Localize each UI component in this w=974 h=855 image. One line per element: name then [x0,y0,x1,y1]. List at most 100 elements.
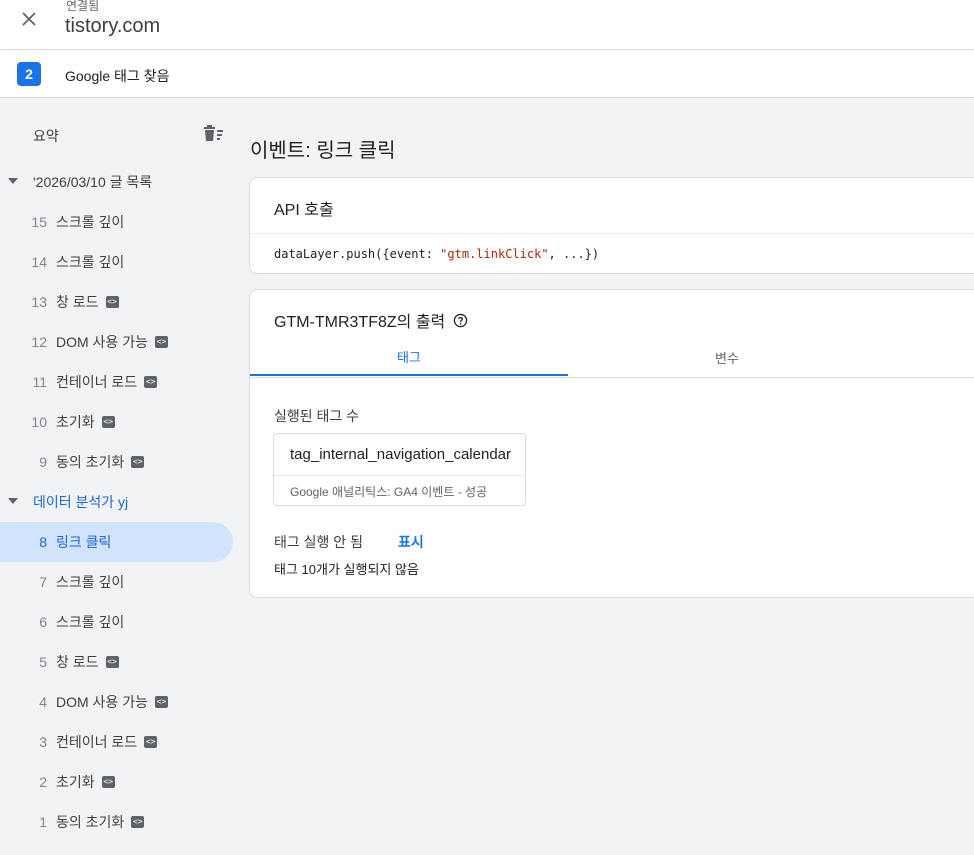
event-group-label: '2026/03/10 글 목록 [33,174,153,190]
event-label: 초기화 [56,414,95,430]
divider [274,475,525,476]
event-item[interactable]: 2 초기화 <> [0,762,233,802]
close-button[interactable] [14,4,44,34]
event-label-wrap: 초기화 <> [56,412,115,432]
container-output-card: GTM-TMR3TF8Z의 출력 태그 변수 실행된 태그 수 tag_inte… [249,289,974,598]
event-number: 2 [39,774,47,790]
not-fired-count: 태그 10개가 실행되지 않음 [274,562,419,577]
event-label-wrap: DOM 사용 가능 <> [56,332,168,352]
event-number: 13 [31,294,47,310]
event-group-header[interactable]: 데이터 분석가 yj [0,482,240,522]
event-label-wrap: 창 로드 <> [56,292,119,312]
event-number: 14 [31,254,47,270]
event-number: 11 [32,374,47,390]
summary-link[interactable]: 요약 [33,126,59,146]
event-label: 동의 초기화 [56,814,125,830]
event-label: 링크 클릭 [56,534,112,550]
close-icon [22,12,36,26]
event-label-wrap: 스크롤 깊이 [56,212,124,232]
event-item[interactable]: 10 초기화 <> [0,402,233,442]
event-label: 스크롤 깊이 [56,254,125,270]
clear-events-button[interactable] [202,124,224,144]
event-label-wrap: 스크롤 깊이 [56,612,124,632]
tag-status: Google 애널리틱스: GA4 이벤트 - 성공 [290,485,488,499]
code-suffix: , ...}) [548,247,600,261]
tabs-divider [250,377,974,378]
fired-tag-card[interactable]: tag_internal_navigation_calendar Google … [273,433,526,506]
event-label-wrap: 스크롤 깊이 [56,572,124,592]
tag-count-badge: 2 [17,62,41,86]
code-icon: <> [105,656,119,668]
event-number: 1 [39,814,47,830]
google-tag-bar[interactable]: 2 Google 태그 찾음 [0,50,974,98]
api-call-title: API 호출 [274,202,334,219]
api-call-code: dataLayer.push({event: "gtm.linkClick", … [274,247,599,261]
event-label: 창 로드 [56,294,99,310]
code-icon: <> [101,776,115,788]
event-number: 9 [39,454,47,470]
event-number: 5 [39,654,47,670]
event-number: 8 [39,534,47,550]
delete-sweep-icon [204,125,223,141]
event-group-header[interactable]: '2026/03/10 글 목록 [0,162,240,202]
event-sidebar: 요약 '2026/03/10 글 목록 15 스크롤 깊이 14 스크롤 깊이 13 창 로… [0,98,240,855]
caret-down-icon [8,178,18,184]
event-item[interactable]: 15 스크롤 깊이 [0,202,233,242]
show-not-fired-link[interactable]: 표시 [398,532,424,552]
output-title: GTM-TMR3TF8Z의 출력 [274,308,468,332]
event-label: 스크롤 깊이 [56,574,125,590]
event-item[interactable]: 8 링크 클릭 [0,522,233,562]
tab-tags[interactable]: 태그 [250,338,568,376]
event-number: 10 [31,414,47,430]
event-item[interactable]: 5 창 로드 <> [0,642,233,682]
code-icon: <> [154,696,168,708]
event-item[interactable]: 12 DOM 사용 가능 <> [0,322,233,362]
connected-domain: tistory.com [65,15,161,37]
event-number: 3 [39,734,47,750]
caret-down-icon [8,498,18,504]
event-label-wrap: 초기화 <> [56,772,115,792]
event-label: 스크롤 깊이 [56,214,125,230]
event-label: 스크롤 깊이 [56,614,125,630]
event-label: 컨테이너 로드 [56,374,138,390]
code-icon: <> [131,816,145,828]
event-number: 7 [39,574,47,590]
event-item[interactable]: 4 DOM 사용 가능 <> [0,682,233,722]
event-label: DOM 사용 가능 [56,694,148,710]
code-prefix: dataLayer.push({event: [274,247,441,261]
event-label: 초기화 [56,774,95,790]
event-label-wrap: 컨테이너 로드 <> [56,372,158,392]
code-icon: <> [131,456,145,468]
event-label: 컨테이너 로드 [56,734,138,750]
event-label-wrap: 창 로드 <> [56,652,119,672]
event-label: 창 로드 [56,654,99,670]
event-item[interactable]: 11 컨테이너 로드 <> [0,362,233,402]
event-number: 12 [31,334,47,350]
event-number: 6 [39,614,47,630]
event-label-wrap: 스크롤 깊이 [56,252,124,272]
event-title: 이벤트: 링크 클릭 [250,140,396,162]
event-label: DOM 사용 가능 [56,334,148,350]
top-bar: 연결됨 tistory.com [0,0,974,50]
event-item[interactable]: 13 창 로드 <> [0,282,233,322]
event-item[interactable]: 6 스크롤 깊이 [0,602,233,642]
event-number: 15 [31,214,47,230]
fired-tags-label: 실행된 태그 수 [274,408,360,424]
event-item[interactable]: 7 스크롤 깊이 [0,562,233,602]
help-icon[interactable] [453,313,468,328]
tags-found-label: Google 태그 찾음 [65,68,170,84]
code-icon: <> [105,296,119,308]
tab-variables[interactable]: 변수 [568,338,886,376]
event-item[interactable]: 9 동의 초기화 <> [0,442,233,482]
event-item[interactable]: 14 스크롤 깊이 [0,242,233,282]
code-icon: <> [144,376,158,388]
event-item[interactable]: 1 동의 초기화 <> [0,802,233,842]
not-fired-label: 태그 실행 안 됨 [274,534,363,550]
code-icon: <> [154,336,168,348]
main-panel: 이벤트: 링크 클릭 API 호출 dataLayer.push({event:… [240,98,974,855]
event-item[interactable]: 3 컨테이너 로드 <> [0,722,233,762]
code-icon: <> [101,416,115,428]
tag-name: tag_internal_navigation_calendar [290,446,512,463]
event-label-wrap: 링크 클릭 [56,532,111,552]
event-label-wrap: DOM 사용 가능 <> [56,692,168,712]
